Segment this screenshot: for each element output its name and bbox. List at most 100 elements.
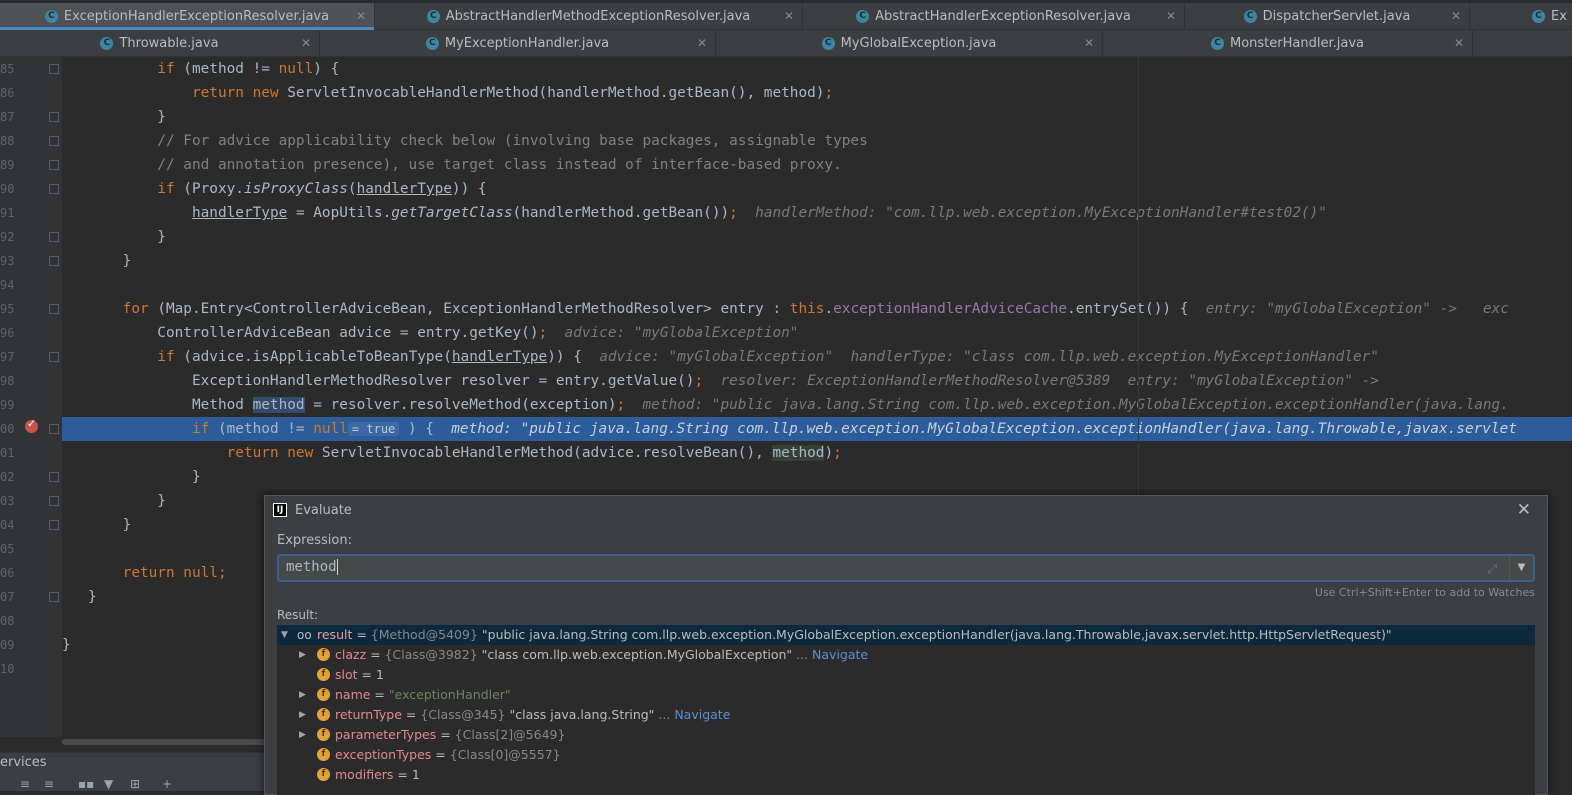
fold-marker-icon[interactable] xyxy=(49,232,59,242)
tab-exception-handler-exception-resolver[interactable]: C ExceptionHandlerExceptionResolver.java… xyxy=(0,3,375,30)
code-comment: // and annotation presence), use target … xyxy=(62,157,842,173)
intellij-logo-icon: IJ xyxy=(273,503,287,517)
chevron-down-icon[interactable]: ▼ xyxy=(281,625,291,645)
tab-dispatcher-servlet[interactable]: C DispatcherServlet.java ✕ xyxy=(1185,3,1470,29)
tab-my-exception-handler[interactable]: C MyExceptionHandler.java ✕ xyxy=(320,30,716,56)
add-service-icon[interactable]: + xyxy=(162,777,172,791)
expression-field[interactable]: method xyxy=(286,559,338,575)
fold-marker-icon[interactable] xyxy=(49,256,59,266)
tab-abstract-handler-method-exception-resolver[interactable]: C AbstractHandlerMethodExceptionResolver… xyxy=(375,3,803,29)
code-line: } xyxy=(62,493,166,509)
line-number: 10 xyxy=(0,662,14,676)
line-number: 06 xyxy=(0,566,14,580)
group-by-icon[interactable]: ▪▪ xyxy=(78,777,94,791)
field-icon: f xyxy=(317,688,330,701)
fold-marker-icon[interactable] xyxy=(49,160,59,170)
close-icon[interactable]: ✕ xyxy=(1084,36,1094,50)
fold-marker-icon[interactable] xyxy=(49,352,59,362)
watch-glasses-icon: oo xyxy=(297,628,312,642)
chevron-right-icon[interactable]: ▶ xyxy=(299,725,309,745)
tab-throwable[interactable]: C Throwable.java ✕ xyxy=(0,30,320,56)
fold-marker-icon[interactable] xyxy=(49,304,59,314)
java-class-icon: C xyxy=(425,36,439,50)
var-value: 1 xyxy=(411,767,420,782)
editor-gutter[interactable]: 85 86 87 88 89 90 91 92 93 94 95 96 97 9… xyxy=(0,57,62,737)
object-ref: {Class[2]@5649} xyxy=(454,727,566,742)
result-label: Result: xyxy=(277,608,319,622)
fold-marker-icon[interactable] xyxy=(49,520,59,530)
debug-inline-value: advice: "myGlobalException" handlerType:… xyxy=(599,349,1379,365)
var-value: "class java.lang.String" xyxy=(509,707,655,722)
field-row-modifiers[interactable]: f modifiers = 1 xyxy=(277,765,1535,785)
tab-label: Throwable.java xyxy=(119,35,219,51)
field-row-return-type[interactable]: ▶ f returnType = {Class@345} "class java… xyxy=(277,705,1535,725)
close-icon[interactable]: ✕ xyxy=(697,36,707,50)
var-value: "public java.lang.String com.llp.web.exc… xyxy=(481,627,1392,642)
chevron-right-icon[interactable]: ▶ xyxy=(299,685,309,705)
fold-marker-icon[interactable] xyxy=(49,472,59,482)
navigate-link[interactable]: ... Navigate xyxy=(796,647,868,662)
line-number: 00 xyxy=(0,422,14,436)
expand-editor-icon[interactable]: ⤢ xyxy=(1487,562,1497,577)
tab-monster-handler[interactable]: C MonsterHandler.java ✕ xyxy=(1103,30,1473,56)
navigate-link[interactable]: ... Navigate xyxy=(658,707,730,722)
line-number: 90 xyxy=(0,182,14,196)
code-line: ExceptionHandlerMethodResolver resolver … xyxy=(62,373,1379,389)
tab-my-global-exception[interactable]: C MyGlobalException.java ✕ xyxy=(716,30,1103,56)
line-number: 96 xyxy=(0,326,14,340)
fold-marker-icon[interactable] xyxy=(49,496,59,506)
code-line: } xyxy=(62,229,166,245)
tab-abstract-handler-exception-resolver[interactable]: C AbstractHandlerExceptionResolver.java … xyxy=(803,3,1185,29)
debug-inline-value: method: "public java.lang.String com.llp… xyxy=(451,421,1517,437)
line-number: 95 xyxy=(0,302,14,316)
field-row-text: returnType = {Class@345} "class java.lan… xyxy=(335,707,731,722)
field-row-name[interactable]: ▶ f name = "exceptionHandler" xyxy=(277,685,1535,705)
filter-icon[interactable]: ▼ xyxy=(104,777,113,791)
java-class-icon: C xyxy=(1532,9,1545,23)
result-root-row[interactable]: ▼ oo result = {Method@5409} "public java… xyxy=(277,625,1535,645)
expand-all-icon[interactable]: ≡ xyxy=(20,777,30,791)
tab-label: AbstractHandlerExceptionResolver.java xyxy=(875,8,1131,24)
code-line: if (Proxy.isProxyClass(handlerType)) { xyxy=(157,181,487,197)
fold-marker-icon[interactable] xyxy=(49,64,59,74)
line-number: 08 xyxy=(0,614,14,628)
code-line: } xyxy=(62,517,132,533)
close-icon[interactable]: ✕ xyxy=(1454,36,1464,50)
fold-marker-icon[interactable] xyxy=(49,112,59,122)
tab-label: ExceptionHandlerExceptionResolver.java xyxy=(63,8,330,24)
fold-marker-icon[interactable] xyxy=(49,136,59,146)
new-tab-icon[interactable]: ⊞ xyxy=(130,777,140,791)
fold-marker-icon[interactable] xyxy=(49,424,59,434)
history-dropdown-button[interactable]: ▼ xyxy=(1509,556,1533,580)
debug-inline-value: method: "public java.lang.String com.llp… xyxy=(642,397,1509,413)
field-row-parameter-types[interactable]: ▶ f parameterTypes = {Class[2]@5649} xyxy=(277,725,1535,745)
chevron-right-icon[interactable]: ▶ xyxy=(299,705,309,725)
result-row-text: result = {Method@5409} "public java.lang… xyxy=(317,627,1392,642)
close-icon[interactable]: ✕ xyxy=(356,9,366,23)
field-row-slot[interactable]: f slot = 1 xyxy=(277,665,1535,685)
field-row-text: clazz = {Class@3982} "class com.llp.web.… xyxy=(335,647,869,662)
collapse-all-icon[interactable]: ≡ xyxy=(44,777,54,791)
expression-value: method xyxy=(286,559,337,575)
line-number: 92 xyxy=(0,230,14,244)
close-icon[interactable]: ✕ xyxy=(301,36,311,50)
chevron-right-icon[interactable]: ▶ xyxy=(299,645,309,665)
line-number: 03 xyxy=(0,494,14,508)
result-tree[interactable]: ▼ oo result = {Method@5409} "public java… xyxy=(277,625,1535,795)
field-icon: f xyxy=(317,748,330,761)
field-row-exception-types[interactable]: f exceptionTypes = {Class[0]@5557} xyxy=(277,745,1535,765)
breakpoint-icon[interactable] xyxy=(25,417,38,433)
line-number: 07 xyxy=(0,590,14,604)
field-row-clazz[interactable]: ▶ f clazz = {Class@3982} "class com.llp.… xyxy=(277,645,1535,665)
field-row-text: modifiers = 1 xyxy=(335,767,420,782)
expression-input[interactable]: method ⤢ ▼ xyxy=(277,554,1535,582)
fold-marker-icon[interactable] xyxy=(49,184,59,194)
tab-overflow[interactable]: C Ex xyxy=(1470,3,1572,29)
close-icon[interactable]: ✕ xyxy=(1166,9,1176,23)
close-icon[interactable]: ✕ xyxy=(1517,500,1531,520)
fold-marker-icon[interactable] xyxy=(49,592,59,602)
close-icon[interactable]: ✕ xyxy=(784,9,794,23)
var-name: name xyxy=(335,687,371,702)
close-icon[interactable]: ✕ xyxy=(1451,9,1461,23)
code-line: } xyxy=(62,469,201,485)
